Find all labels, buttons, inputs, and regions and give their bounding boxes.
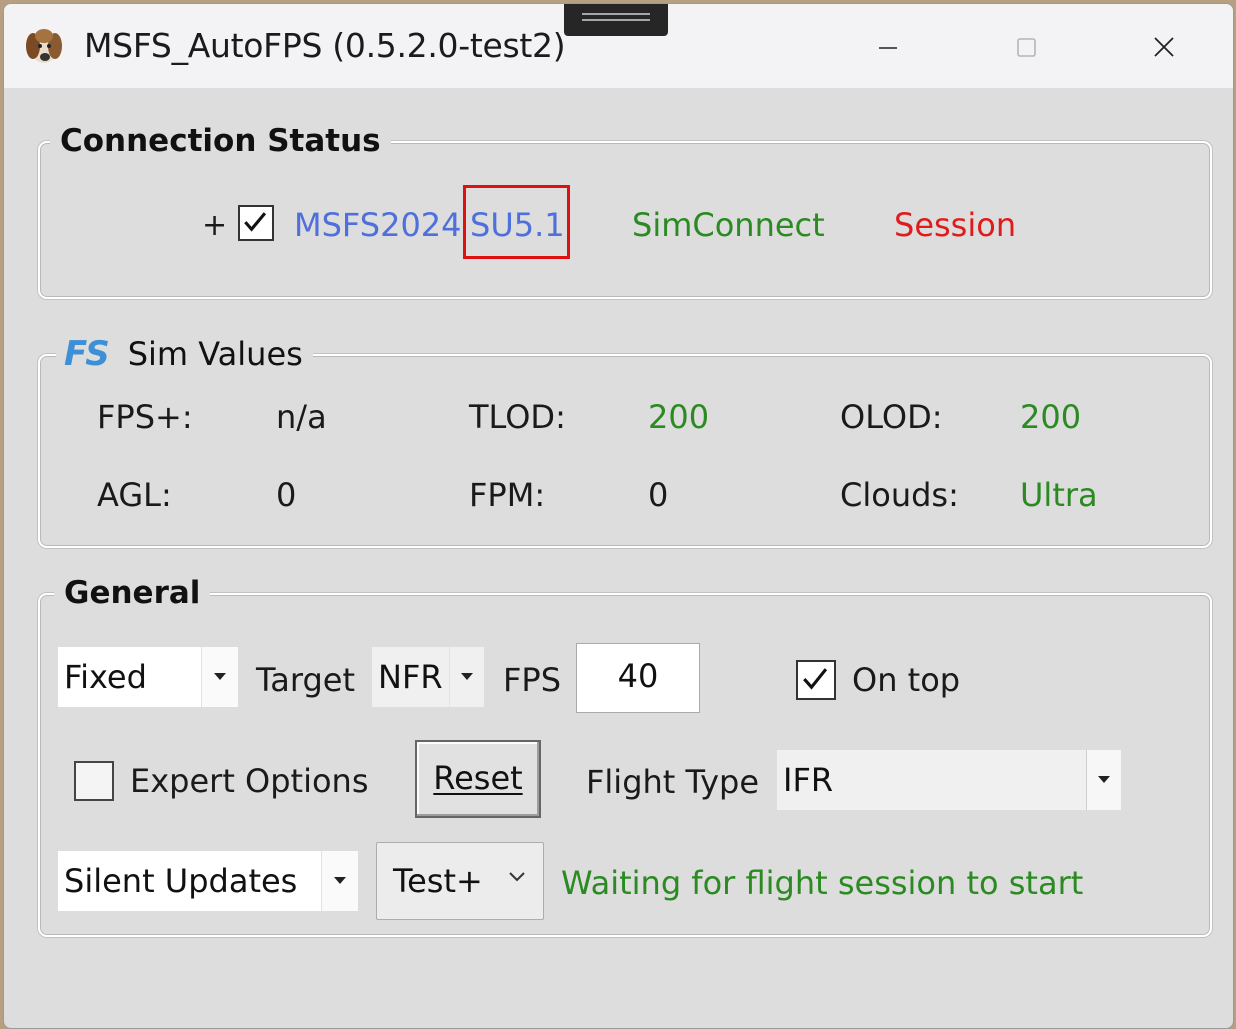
agl-label: AGL: — [97, 476, 172, 514]
fpm-label: FPM: — [469, 476, 546, 514]
fs-logo-icon: FS — [64, 334, 110, 374]
dog-app-icon — [26, 29, 62, 63]
status-message: Waiting for flight session to start — [561, 864, 1084, 902]
connection-status-legend: Connection Status — [50, 121, 391, 161]
sim-checkbox[interactable] — [238, 205, 274, 241]
mode-select-value: Fixed — [64, 658, 147, 696]
flight-type-select[interactable]: IFR — [777, 750, 1121, 810]
fps-input[interactable]: 40 — [576, 643, 700, 713]
updates-select[interactable]: Silent Updates — [58, 851, 358, 911]
app-window: MSFS_AutoFPS (0.5.2.0-test2) Connection … — [3, 3, 1234, 1029]
clouds-label: Clouds: — [840, 476, 959, 514]
channel-select-value: Test+ — [393, 862, 483, 900]
sim-name-label: MSFS2024 — [294, 206, 462, 244]
updates-select-value: Silent Updates — [64, 862, 298, 900]
expert-options-label[interactable]: Expert Options — [130, 761, 369, 801]
tlod-value: 200 — [648, 398, 710, 436]
mode-select[interactable]: Fixed — [58, 647, 238, 707]
olod-value: 200 — [1020, 398, 1082, 436]
checkmark-icon — [244, 212, 267, 232]
target-select[interactable]: NFR — [372, 647, 484, 707]
fpm-value: 0 — [648, 476, 669, 514]
fps-value: n/a — [276, 398, 327, 436]
sim-values-legend-text: Sim Values — [127, 335, 303, 373]
olod-label: OLOD: — [840, 398, 943, 436]
clouds-value: Ultra — [1020, 476, 1098, 514]
channel-select[interactable]: Test+ — [376, 842, 544, 920]
session-status: Session — [894, 206, 1017, 244]
dropdown-arrow-icon — [334, 877, 346, 884]
expert-options-checkbox[interactable] — [74, 761, 114, 801]
maximize-icon[interactable] — [1006, 28, 1046, 68]
expand-toggle[interactable]: + — [202, 206, 227, 246]
sim-version-highlight — [463, 185, 570, 259]
general-legend: General — [54, 573, 211, 613]
reset-button[interactable]: Reset — [415, 740, 541, 818]
window-title: MSFS_AutoFPS (0.5.2.0-test2) — [84, 26, 566, 65]
snap-layout-handle[interactable] — [564, 4, 668, 36]
dropdown-arrow-icon — [1098, 776, 1110, 783]
target-label: Target — [256, 661, 355, 699]
agl-value: 0 — [276, 476, 297, 514]
title-bar[interactable]: MSFS_AutoFPS (0.5.2.0-test2) — [4, 4, 1233, 88]
dropdown-arrow-icon — [461, 673, 473, 680]
fps-field-label: FPS — [503, 661, 562, 699]
dropdown-arrow-icon — [214, 673, 226, 680]
tlod-label: TLOD: — [469, 398, 566, 436]
sim-values-legend: FS Sim Values — [56, 334, 313, 374]
chevron-down-icon — [509, 872, 525, 882]
sim-values-group — [38, 354, 1212, 548]
on-top-label[interactable]: On top — [852, 660, 960, 700]
on-top-checkbox[interactable] — [796, 660, 836, 700]
flight-type-label: Flight Type — [586, 763, 759, 801]
flight-type-select-value: IFR — [783, 761, 834, 799]
simconnect-status: SimConnect — [632, 206, 825, 244]
minimize-icon[interactable] — [868, 28, 908, 68]
target-select-value: NFR — [378, 658, 443, 696]
fps-label: FPS+: — [97, 398, 193, 436]
reset-button-label: Reset — [433, 759, 523, 797]
fps-input-value: 40 — [617, 657, 659, 695]
close-icon[interactable] — [1144, 28, 1184, 68]
checkmark-icon — [803, 668, 828, 690]
